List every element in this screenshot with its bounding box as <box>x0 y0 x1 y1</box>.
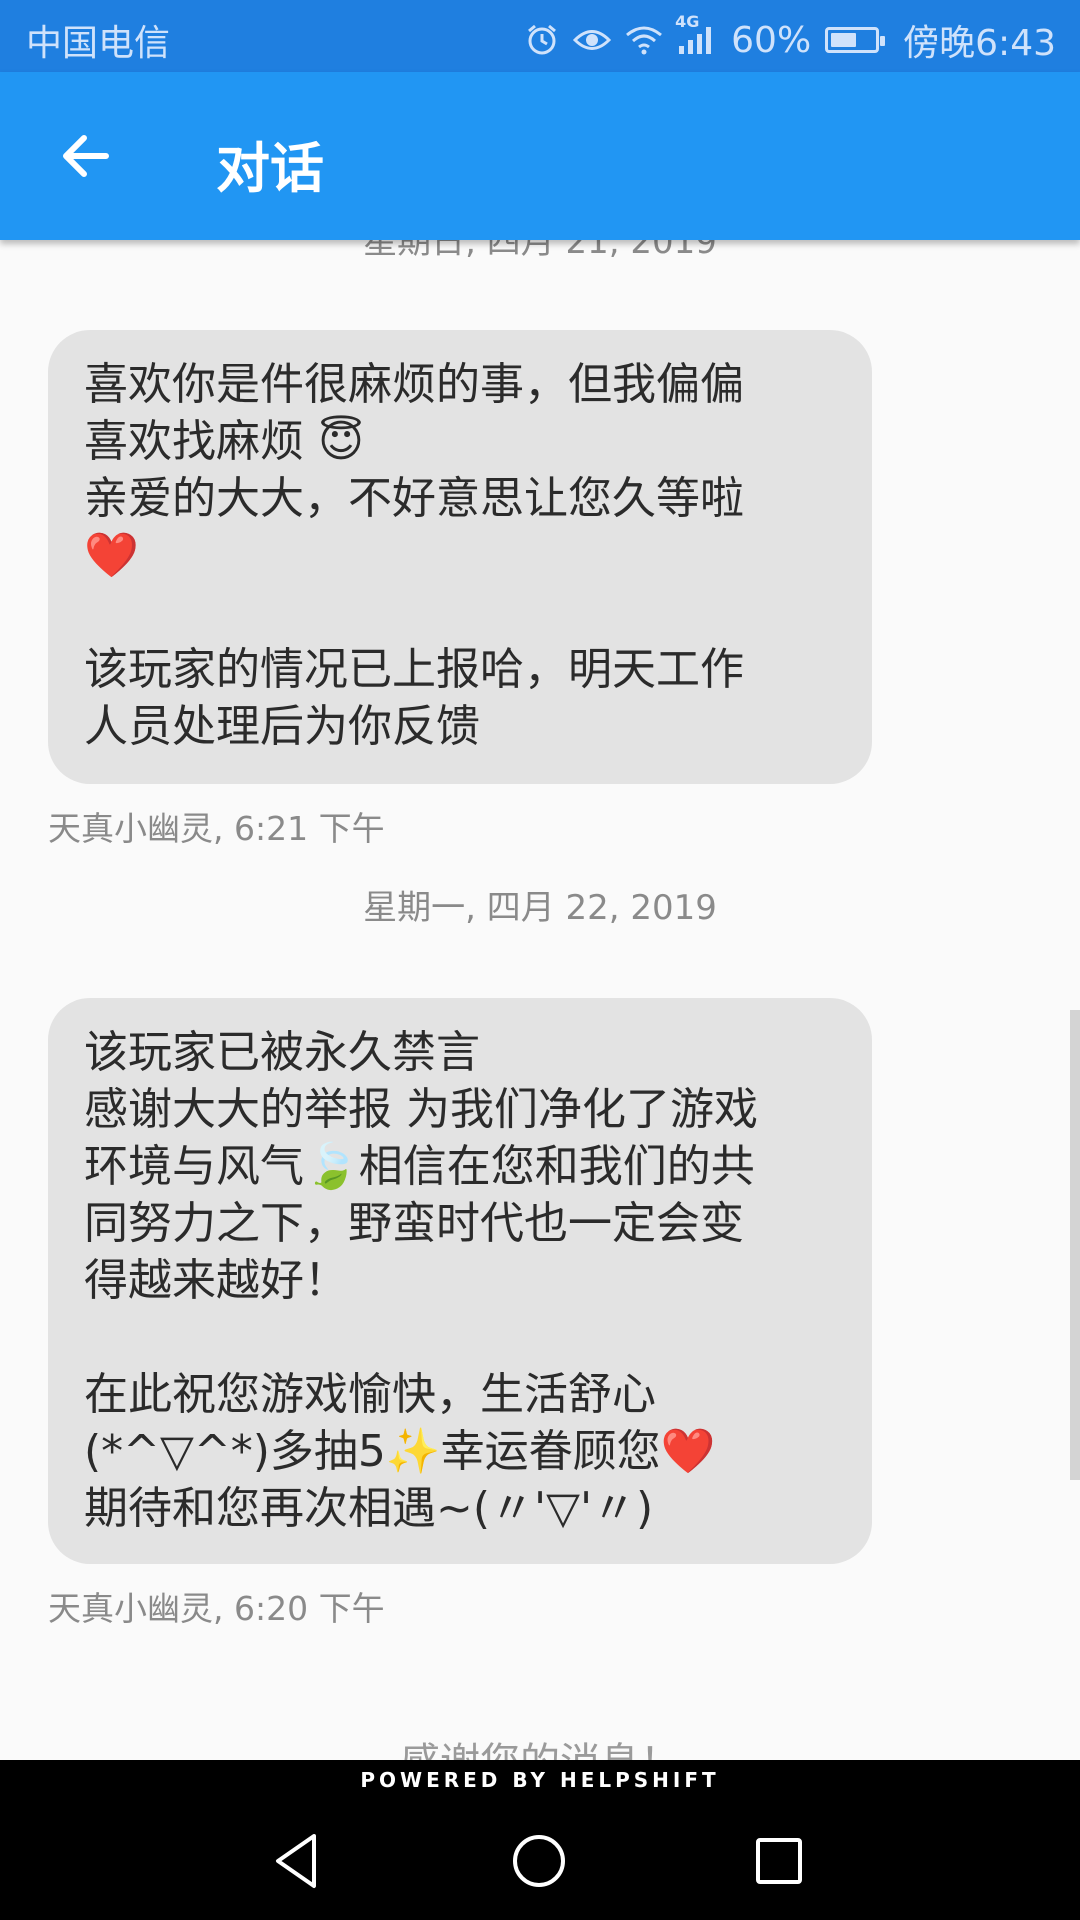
scrollbar[interactable] <box>1070 1010 1080 1480</box>
date-separator: 星期一, 四月 22, 2019 <box>363 888 717 928</box>
message-bubble[interactable]: 该玩家已被永久禁言 感谢大大的举报 为我们净化了游戏 环境与风气🍃相信在您和我们… <box>48 998 872 1564</box>
page-title: 对话 <box>216 137 324 200</box>
carrier-label: 中国电信 <box>26 23 171 64</box>
circle-home-icon <box>513 1835 565 1887</box>
conversation-footer-text: 感谢您的消息！ <box>0 1730 1080 1760</box>
navigation-bar <box>0 1800 1080 1920</box>
message-bubble[interactable]: 喜欢你是件很麻烦的事，但我偏偏 喜欢找麻烦 😇 亲爱的大大，不好意思让您久等啦 … <box>48 330 872 784</box>
battery-percent: 60% <box>731 19 812 61</box>
nav-recents-button[interactable] <box>746 1828 812 1894</box>
clock: 傍晚6:43 <box>903 23 1056 64</box>
battery-icon <box>825 27 886 53</box>
alarm-icon <box>525 23 559 57</box>
nav-home-button[interactable] <box>506 1828 572 1894</box>
status-bar: 中国电信 4G 60% 傍晚6:43 <box>0 0 1080 72</box>
wifi-icon <box>625 25 663 55</box>
square-recents-icon <box>756 1838 802 1884</box>
app-bar: 对话 <box>0 72 1080 240</box>
conversation-list[interactable]: 星期日, 四月 21, 2019 喜欢你是件很麻烦的事，但我偏偏 喜欢找麻烦 😇… <box>0 240 1080 1760</box>
eye-icon <box>573 25 612 55</box>
powered-by-label: POWERED BY HELPSHIFT <box>0 1760 1080 1800</box>
message-meta: 天真小幽灵, 6:20 下午 <box>48 1589 385 1628</box>
back-button[interactable] <box>56 126 116 186</box>
triangle-back-icon <box>276 1834 316 1888</box>
message-meta: 天真小幽灵, 6:21 下午 <box>48 809 385 848</box>
arrow-left-icon <box>63 135 109 177</box>
network-type-label: 4G <box>675 12 700 31</box>
signal-icon: 4G <box>675 12 717 56</box>
nav-back-button[interactable] <box>264 1828 330 1894</box>
date-separator: 星期日, 四月 21, 2019 <box>363 240 717 262</box>
status-icons: 4G 60% 傍晚6:43 <box>525 12 1056 66</box>
